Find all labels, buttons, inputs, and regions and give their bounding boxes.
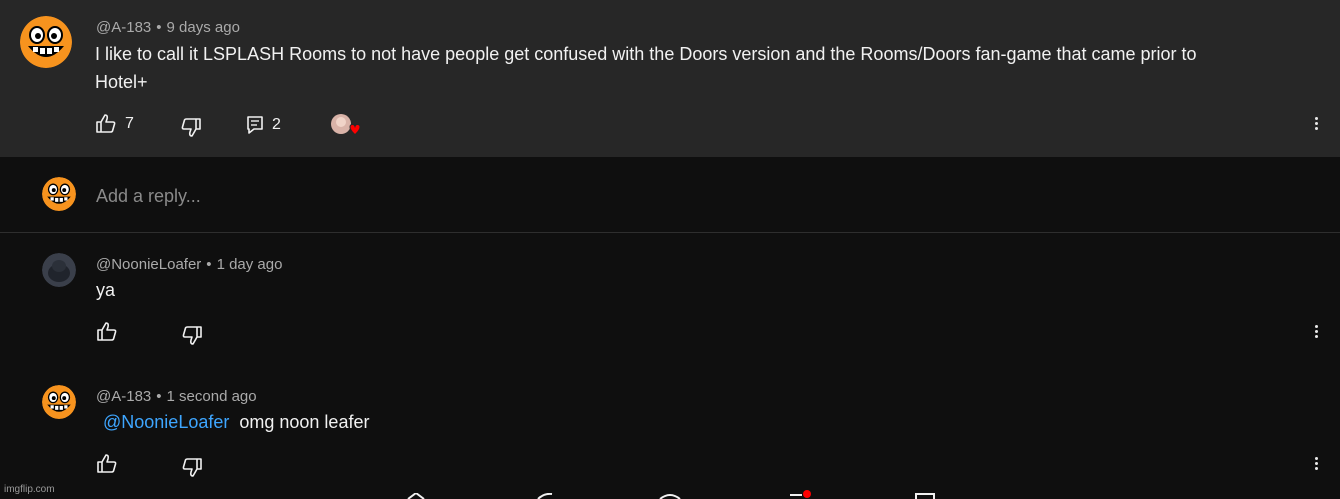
reply-text: @NoonieLoafer omg noon leafer [103, 408, 369, 436]
comment-text: I like to call it LSPLASH Rooms to not h… [95, 40, 1295, 96]
avatar[interactable] [42, 253, 76, 287]
more-vertical-icon[interactable] [1312, 455, 1320, 475]
dislike-button[interactable] [181, 325, 203, 345]
author-name[interactable]: @A-183 [96, 388, 151, 405]
comment-text-line: I like to call it LSPLASH Rooms to not h… [95, 44, 1197, 64]
avatar[interactable] [20, 16, 72, 68]
thumbs-up-icon [97, 322, 117, 341]
thumbs-down-icon [181, 118, 201, 137]
more-vertical-icon[interactable] [1312, 115, 1320, 135]
like-button[interactable]: 7 [95, 114, 134, 134]
reply-meta: @A-183 • 1 second ago [96, 388, 257, 405]
like-count: 7 [125, 115, 134, 132]
dislike-button[interactable] [180, 117, 202, 137]
reply-meta: @NoonieLoafer • 1 day ago [96, 256, 282, 273]
home-icon[interactable] [406, 493, 426, 499]
like-button[interactable] [96, 454, 118, 474]
reply-icon [247, 116, 263, 134]
thumbs-down-icon [182, 458, 202, 477]
author-name[interactable]: @A-183 [96, 19, 151, 36]
like-button[interactable] [96, 322, 118, 342]
create-icon[interactable] [658, 493, 682, 499]
top-comment: @A-183 • 9 days ago I like to call it LSPL… [0, 0, 1340, 157]
reply-count: 2 [272, 116, 281, 133]
separator-dot: • [206, 256, 212, 273]
creator-heart[interactable] [330, 113, 360, 141]
subscriptions-icon[interactable] [788, 490, 814, 499]
separator-dot: • [156, 388, 162, 405]
separator-dot: • [156, 19, 162, 36]
creator-heart-icon [331, 114, 360, 136]
shorts-icon[interactable] [536, 493, 554, 499]
thumbs-up-icon [97, 454, 117, 473]
timestamp: 1 second ago [166, 388, 257, 405]
library-icon[interactable] [915, 493, 935, 499]
watermark: imgflip.com [4, 484, 55, 495]
avatar [42, 177, 76, 211]
reply-input[interactable] [96, 184, 696, 208]
author-name[interactable]: @NoonieLoafer [96, 256, 201, 273]
more-vertical-icon[interactable] [1312, 323, 1320, 343]
timestamp: 9 days ago [166, 19, 240, 36]
mention-link[interactable]: @NoonieLoafer [103, 412, 229, 432]
thumbs-up-icon [96, 114, 116, 133]
comment-meta: @A-183 • 9 days ago [96, 19, 240, 36]
dislike-button[interactable] [181, 457, 203, 477]
timestamp: 1 day ago [216, 256, 283, 273]
reply-button[interactable]: 2 [246, 115, 281, 135]
comment-text-line: Hotel+ [95, 72, 148, 92]
reply-text-body: omg noon leafer [239, 412, 370, 432]
avatar[interactable] [42, 385, 76, 419]
reply-text: ya [96, 280, 116, 300]
thumbs-down-icon [182, 326, 202, 345]
